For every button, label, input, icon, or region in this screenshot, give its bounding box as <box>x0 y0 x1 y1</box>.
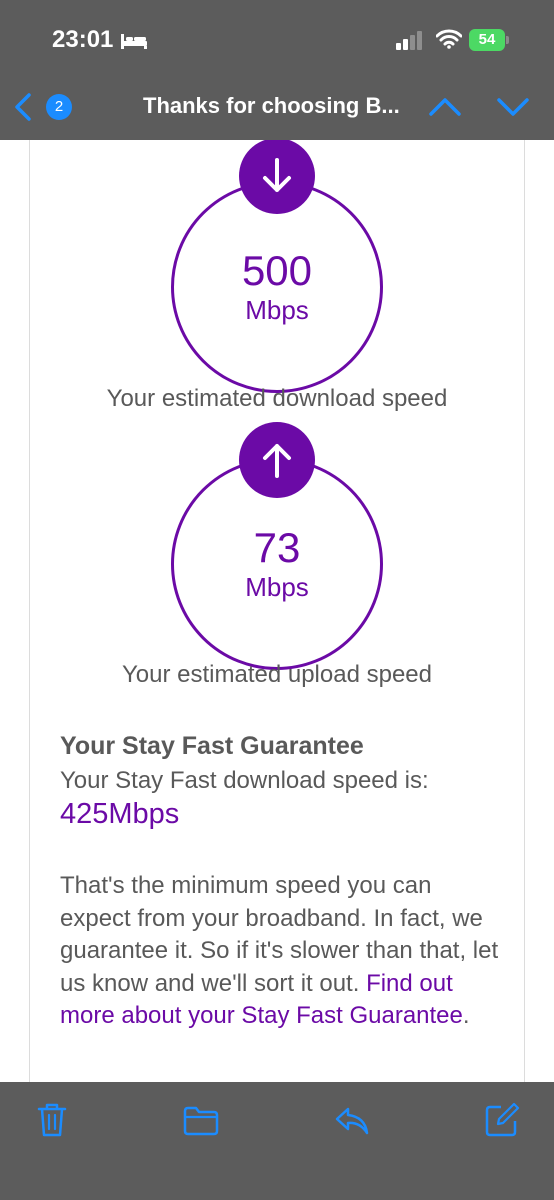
battery-level: 54 <box>478 31 496 48</box>
arrow-down-icon <box>263 158 291 192</box>
trash-icon[interactable] <box>36 1102 68 1138</box>
email-subject-title: Thanks for choosing B... <box>143 93 400 118</box>
arrow-up-icon <box>263 444 291 478</box>
upload-arrow-badge <box>239 422 315 498</box>
back-chevron-icon[interactable] <box>12 92 34 122</box>
reply-icon[interactable] <box>334 1106 370 1136</box>
unread-count-badge[interactable]: 2 <box>46 94 72 120</box>
sleep-focus-icon <box>121 34 147 49</box>
download-speed-caption: Your estimated download speed <box>106 385 448 412</box>
battery-tip <box>506 36 509 44</box>
download-speed-unit: Mbps <box>245 295 309 325</box>
bottom-toolbar <box>0 1082 554 1200</box>
previous-message-chevron-up-icon[interactable] <box>428 96 462 118</box>
battery-indicator: 54 <box>469 29 505 51</box>
upload-speed-caption: Your estimated upload speed <box>121 661 432 688</box>
wifi-icon <box>436 29 462 49</box>
compose-icon[interactable] <box>484 1102 520 1138</box>
upload-speed-unit: Mbps <box>245 572 309 602</box>
next-message-chevron-down-icon[interactable] <box>496 96 530 118</box>
guarantee-heading: Your Stay Fast Guarantee <box>60 732 364 760</box>
email-body: 500 Mbps Your estimated download speed 7… <box>29 140 525 1082</box>
guarantee-subtitle: Your Stay Fast download speed is: <box>60 767 429 794</box>
upload-speed-value: 73 <box>253 524 301 571</box>
top-bar: 23:01 54 2 Thanks for choosing B... <box>0 0 554 140</box>
guarantee-speed-value: 425Mbps <box>60 798 180 830</box>
folder-icon[interactable] <box>183 1106 219 1136</box>
guarantee-paragraph: That's the minimum speed you can expect … <box>60 870 500 1033</box>
status-time: 23:01 <box>52 26 114 53</box>
download-speed-value: 500 <box>241 247 313 294</box>
link-suffix: . <box>462 1002 470 1029</box>
download-arrow-badge <box>239 140 315 214</box>
cellular-signal-icon <box>396 31 422 50</box>
